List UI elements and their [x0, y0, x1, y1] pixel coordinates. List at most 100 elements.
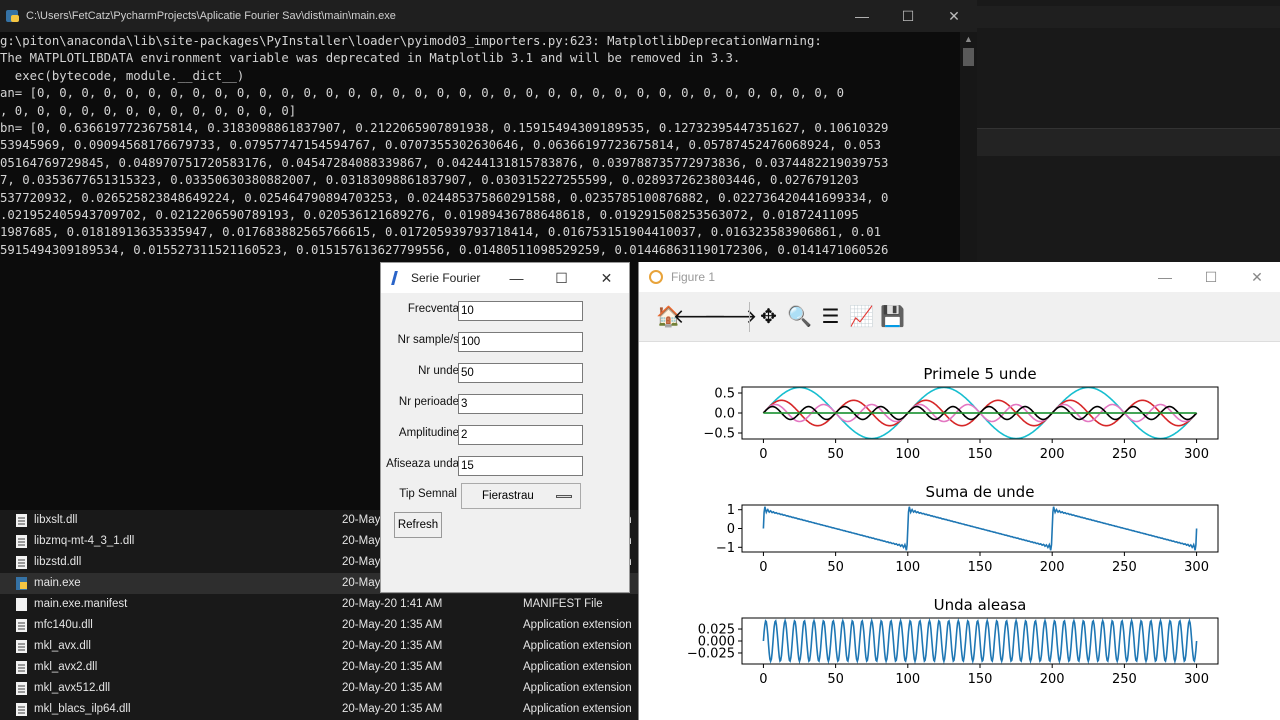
console-line: The MATPLOTLIBDATA environment variable …: [0, 51, 741, 66]
file-icon: [16, 514, 27, 527]
field-row: Nr unde: [381, 361, 631, 383]
console-line: bn= [0, 0.6366197723675814, 0.3183098861…: [0, 121, 889, 136]
field-label: Frecventa: [407, 303, 459, 315]
x-tick-label: 200: [1040, 672, 1065, 687]
series-line: [762, 506, 1198, 551]
figure-minimize-button[interactable]: —: [1142, 269, 1188, 285]
field-row: Frecventa: [381, 299, 631, 321]
chart-title: Suma de unde: [926, 483, 1035, 501]
console-line: an= [0, 0, 0, 0, 0, 0, 0, 0, 0, 0, 0, 0,…: [0, 86, 844, 101]
file-date: 20-May-20 1:35 AM: [342, 682, 443, 694]
x-tick-label: 200: [1040, 560, 1065, 575]
figure-titlebar[interactable]: Figure 1 — ☐ ✕: [639, 262, 1280, 292]
file-date: 20-May: [342, 535, 381, 547]
console-titlebar[interactable]: C:\Users\FetCatz\PycharmProjects\Aplicat…: [0, 0, 977, 32]
y-tick-label: −0.025: [687, 646, 735, 661]
field-input[interactable]: [458, 301, 583, 321]
console-output: g:\piton\anaconda\lib\site-packages\PyIn…: [0, 32, 960, 260]
console-maximize-button[interactable]: ☐: [885, 0, 931, 32]
console-minimize-button[interactable]: —: [839, 0, 885, 32]
edit-axis-icon[interactable]: 📈: [846, 302, 877, 332]
x-tick-label: 250: [1112, 447, 1137, 462]
console-line: , 0, 0, 0, 0, 0, 0, 0, 0, 0, 0, 0, 0, 0]: [0, 103, 297, 118]
file-row[interactable]: mkl_avx2.dll 20-May-20 1:35 AM Application…: [0, 657, 640, 678]
dialog-minimize-button[interactable]: —: [494, 270, 539, 286]
y-tick-label: 1: [727, 503, 735, 518]
y-tick-label: −1: [716, 541, 735, 556]
field-row: Nr perioade: [381, 392, 631, 414]
pan-icon[interactable]: ✥: [753, 302, 784, 332]
file-icon: [16, 535, 27, 548]
zoom-icon[interactable]: 🔍: [784, 302, 815, 332]
file-row[interactable]: mkl_avx512.dll 20-May-20 1:35 AM Applicati…: [0, 678, 640, 699]
console-line: exec(bytecode, module.__dict__): [0, 68, 245, 83]
file-icon: [16, 703, 27, 716]
signal-type-value: Fierastrau: [482, 490, 534, 502]
scroll-up-arrow-icon[interactable]: ▲: [960, 32, 977, 46]
refresh-button[interactable]: Refresh: [394, 512, 442, 538]
console-line: 537720932, 0.026525823848649224, 0.02546…: [0, 190, 889, 205]
x-tick-label: 300: [1184, 672, 1209, 687]
file-date: 20-May: [342, 556, 381, 568]
y-tick-label: −0.5: [703, 427, 735, 442]
file-row[interactable]: main.exe.manifest 20-May-20 1:41 AM MANIFE…: [0, 594, 640, 615]
file-icon: [16, 640, 27, 653]
console-line: 12919, 0.013839560268860466, 0.013545101…: [0, 259, 960, 260]
x-tick-label: 50: [827, 447, 844, 462]
console-line: 5915494309189534, 0.015527311521160523, …: [0, 242, 889, 257]
file-date: 20-May: [342, 514, 381, 526]
console-line: g:\piton\anaconda\lib\site-packages\PyIn…: [0, 34, 822, 48]
console-close-button[interactable]: ✕: [931, 0, 977, 32]
matplotlib-icon: [649, 270, 663, 284]
dialog-maximize-button[interactable]: ☐: [539, 270, 584, 287]
field-input[interactable]: [458, 363, 583, 383]
serie-fourier-window: Serie Fourier — ☐ ✕ Frecventa Nr sample/s…: [380, 262, 630, 593]
field-input[interactable]: [458, 394, 583, 414]
file-name: libxslt.dll: [34, 514, 78, 526]
file-row[interactable]: mkl_blacs_ilp64.dll 20-May-20 1:35 AM Appl…: [0, 699, 640, 720]
figure-close-button[interactable]: ✕: [1234, 269, 1280, 286]
file-type: Application extension: [523, 703, 632, 715]
file-date: 20-May-20 1:35 AM: [342, 703, 443, 715]
field-input[interactable]: [458, 332, 583, 352]
signal-type-dropdown[interactable]: Fierastrau: [461, 483, 581, 509]
file-type: MANIFEST File: [523, 598, 603, 610]
file-icon: [16, 598, 27, 611]
y-tick-label: 0.5: [714, 387, 735, 402]
figure-maximize-button[interactable]: ☐: [1188, 269, 1234, 286]
x-tick-label: 150: [968, 560, 993, 575]
x-tick-label: 100: [895, 672, 920, 687]
x-tick-label: 200: [1040, 447, 1065, 462]
y-tick-label: 0: [727, 522, 735, 537]
field-input[interactable]: [458, 425, 583, 445]
x-tick-label: 300: [1184, 560, 1209, 575]
toolbar-separator: [749, 301, 750, 332]
console-scroll-thumb[interactable]: [963, 48, 974, 66]
x-tick-label: 50: [827, 560, 844, 575]
file-row[interactable]: mkl_avx.dll 20-May-20 1:35 AM Application …: [0, 636, 640, 657]
dialog-close-button[interactable]: ✕: [584, 270, 629, 287]
save-icon[interactable]: 💾: [877, 302, 908, 332]
field-label: Nr sample/s: [397, 334, 459, 346]
x-tick-label: 50: [827, 672, 844, 687]
file-name: mfc140u.dll: [34, 619, 93, 631]
forward-icon[interactable]: 🡒: [704, 302, 758, 332]
dialog-titlebar[interactable]: Serie Fourier — ☐ ✕: [381, 263, 629, 293]
file-name: libzmq-mt-4_3_1.dll: [34, 535, 135, 547]
file-name: mkl_avx2.dll: [34, 661, 98, 673]
y-tick-label: 0.0: [714, 407, 735, 422]
figure-window: Figure 1 — ☐ ✕ 🏠 🡐 🡒 ✥ 🔍 ☰ 📈 💾 Primele 5 unde 0 5…: [638, 262, 1280, 720]
configure-subplots-icon[interactable]: ☰: [815, 302, 846, 332]
field-label: Amplitudine: [398, 427, 459, 439]
file-type: Application extension: [523, 682, 632, 694]
field-label: Nr unde: [418, 365, 459, 377]
file-name: main.exe: [34, 577, 81, 589]
file-row[interactable]: mfc140u.dll 20-May-20 1:35 AM Application …: [0, 615, 640, 636]
dialog-title: Serie Fourier: [411, 271, 481, 285]
field-input[interactable]: [458, 456, 583, 476]
file-name: mkl_avx512.dll: [34, 682, 111, 694]
python-app-icon: [6, 9, 20, 23]
field-row: Afiseaza unda: [381, 454, 631, 476]
file-icon: [16, 619, 27, 632]
file-type: Application extension: [523, 640, 632, 652]
